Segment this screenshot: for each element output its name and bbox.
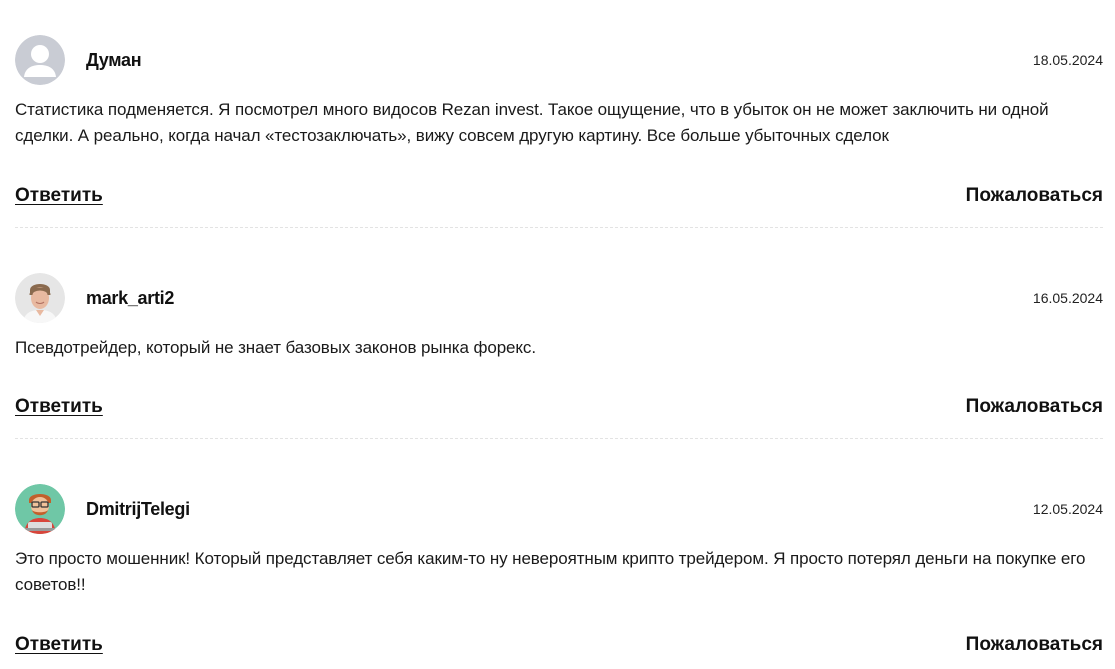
comment-text: Статистика подменяется. Я посмотрел мног… xyxy=(15,100,1049,145)
comment-item: Думан 18.05.2024 Статистика подменяется.… xyxy=(15,35,1103,149)
comment-date: 16.05.2024 xyxy=(1032,290,1103,306)
default-user-avatar-icon xyxy=(15,35,65,85)
comment-header: DmitrijTelegi 12.05.2024 xyxy=(15,484,1103,534)
comment-text: Псевдотрейдер, который не знает базовых … xyxy=(15,338,536,357)
comment-date: 18.05.2024 xyxy=(1032,52,1103,68)
comment-author[interactable]: DmitrijTelegi xyxy=(86,498,190,520)
reply-link[interactable]: Ответить xyxy=(15,395,103,419)
comment-header: Думан 18.05.2024 xyxy=(15,35,1103,85)
comment-actions: Ответить Пожаловаться xyxy=(15,395,1103,419)
comment-divider xyxy=(15,438,1103,439)
comment-date: 12.05.2024 xyxy=(1032,501,1103,517)
comment-actions: Ответить Пожаловаться xyxy=(15,184,1103,208)
user-photo-avatar-icon xyxy=(15,273,65,323)
comment-item: DmitrijTelegi 12.05.2024 Это просто моше… xyxy=(15,484,1103,598)
comment-text: Это просто мошенник! Который представляе… xyxy=(15,549,1086,594)
comment-header: mark_arti2 16.05.2024 xyxy=(15,273,1103,323)
comment-item: mark_arti2 16.05.2024 Псевдотрейдер, кот… xyxy=(15,273,1103,361)
reply-link[interactable]: Ответить xyxy=(15,184,103,208)
cartoon-avatar-icon xyxy=(15,484,65,534)
comment-author[interactable]: Думан xyxy=(86,49,142,71)
reply-link[interactable]: Ответить xyxy=(15,633,103,657)
comment-actions: Ответить Пожаловаться xyxy=(15,633,1103,657)
report-link[interactable]: Пожаловаться xyxy=(966,184,1103,208)
report-link[interactable]: Пожаловаться xyxy=(966,633,1103,657)
comment-author[interactable]: mark_arti2 xyxy=(86,287,174,309)
report-link[interactable]: Пожаловаться xyxy=(966,395,1103,419)
comment-divider xyxy=(15,227,1103,228)
